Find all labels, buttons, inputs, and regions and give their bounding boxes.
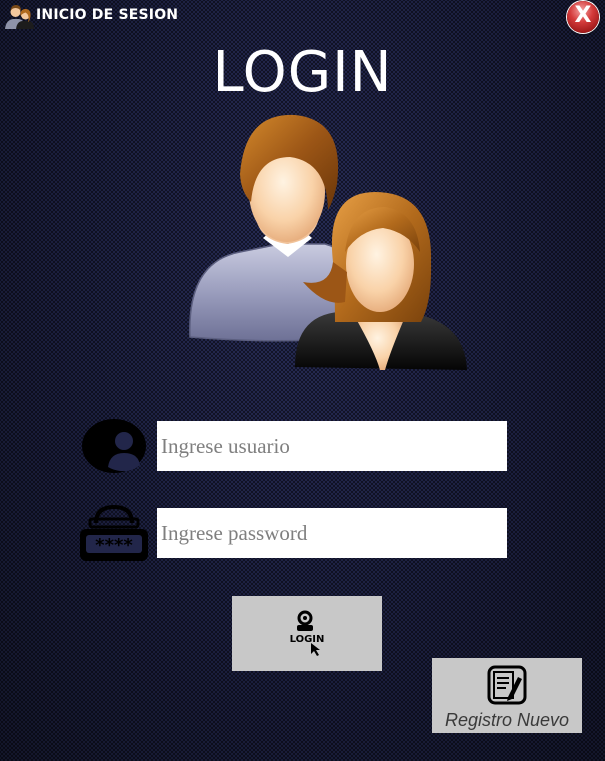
login-icon-label: LOGIN [290,634,325,645]
notepad-pencil-icon [487,665,527,705]
window-title: INICIO DE SESION [36,7,179,23]
page-title: LOGIN [212,40,393,105]
password-input[interactable] [157,508,507,558]
login-button[interactable]: LOGIN [232,596,382,671]
register-button[interactable]: Registro Nuevo [432,658,582,733]
close-icon: X [574,3,592,28]
user-circle-icon [82,419,146,473]
title-bar: INICIO DE SESION X [0,0,605,33]
password-lock-icon: **** [80,505,148,561]
login-icon: LOGIN [290,610,325,656]
svg-text:****: **** [95,535,133,556]
users-illustration [189,114,467,370]
username-input[interactable] [157,421,507,471]
register-label: Registro Nuevo [444,710,570,730]
close-button[interactable]: X [567,1,599,33]
users-icon [5,5,34,29]
